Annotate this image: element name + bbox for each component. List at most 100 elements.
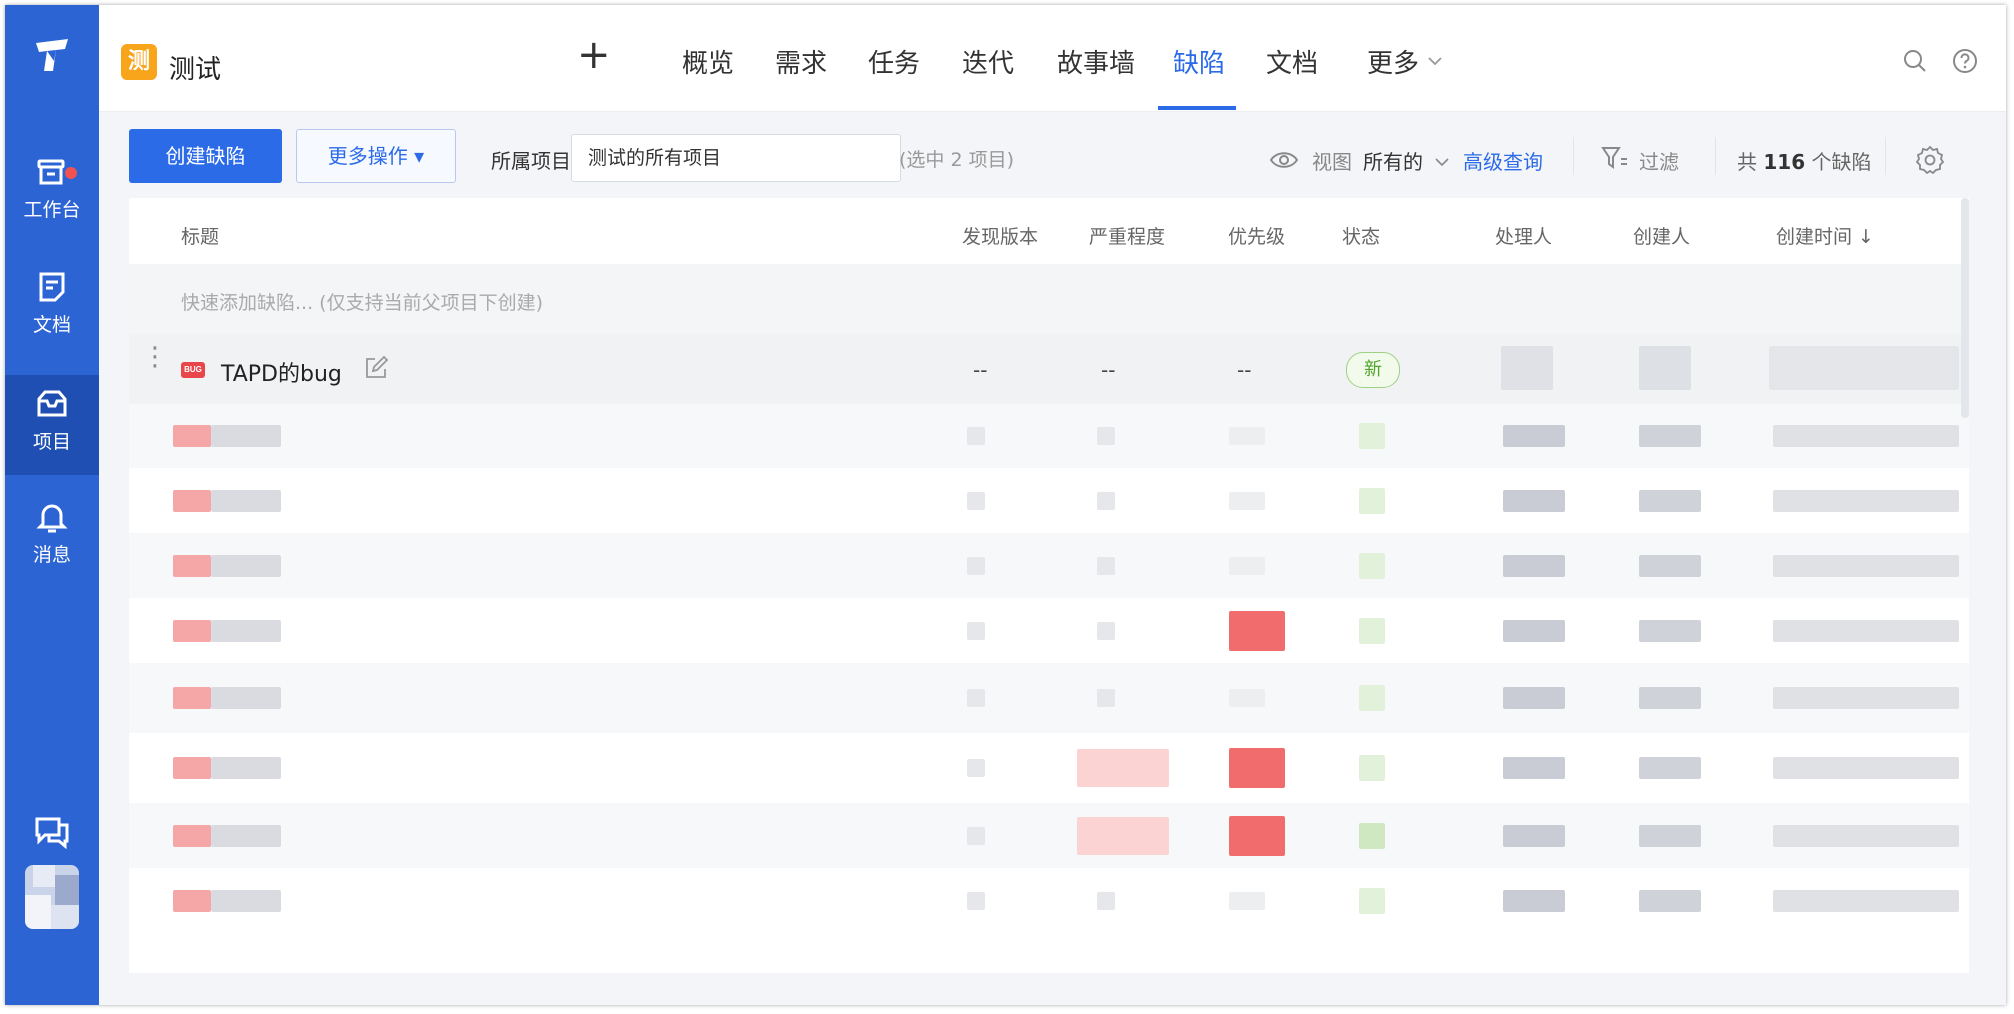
column-header-status[interactable]: 状态 <box>1342 222 1380 249</box>
table-row[interactable]: ⋮ BUG TAPD的bug -- -- -- 新 <box>129 334 1969 404</box>
tab-more[interactable]: 更多 <box>1367 43 1419 80</box>
quick-add-input[interactable]: 快速添加缺陷... (仅支持当前父项目下创建) <box>181 288 543 315</box>
total-number: 116 <box>1763 150 1806 174</box>
redacted-cell <box>1097 427 1115 445</box>
document-icon <box>39 272 65 302</box>
redacted-cell <box>1503 555 1565 577</box>
redacted-cell <box>1097 689 1115 707</box>
filter-label[interactable]: 过滤 <box>1639 146 1679 175</box>
redacted-cell <box>1639 555 1701 577</box>
tab-iterations[interactable]: 迭代 <box>962 43 1014 80</box>
sidebar-item-docs[interactable]: 文档 <box>5 270 99 370</box>
tapd-logo-icon[interactable] <box>32 35 72 75</box>
redacted-cell <box>1639 620 1701 642</box>
sidebar-item-label: 消息 <box>32 544 71 566</box>
active-tab-indicator <box>1158 106 1236 110</box>
chevron-down-icon[interactable] <box>1435 156 1449 168</box>
filter-icon[interactable] <box>1601 145 1629 173</box>
redacted-cell <box>211 687 281 709</box>
tab-requirements[interactable]: 需求 <box>775 43 827 80</box>
redacted-cell <box>1359 488 1385 514</box>
column-header-severity[interactable]: 严重程度 <box>1089 222 1165 249</box>
creator-value <box>1639 346 1691 390</box>
table-row[interactable] <box>129 598 1969 663</box>
total-suffix: 个缺陷 <box>1811 150 1872 174</box>
redacted-cell <box>211 825 281 847</box>
column-header-assignee[interactable]: 处理人 <box>1495 222 1552 249</box>
redacted-cell <box>967 689 985 707</box>
chevron-down-icon[interactable] <box>1427 53 1443 69</box>
tab-defects[interactable]: 缺陷 <box>1173 43 1225 80</box>
redacted-cell <box>1229 611 1285 651</box>
redacted-cell <box>1229 557 1265 575</box>
project-badge[interactable]: 测 <box>121 44 157 80</box>
redacted-cell <box>967 827 985 845</box>
tab-docs[interactable]: 文档 <box>1266 43 1318 80</box>
priority[interactable]: -- <box>1237 358 1251 382</box>
redacted-cell <box>967 427 985 445</box>
sidebar-item-label: 文档 <box>32 314 71 336</box>
redacted-cell <box>173 425 211 447</box>
status-badge[interactable]: 新 <box>1346 352 1400 388</box>
search-icon[interactable] <box>1901 47 1929 75</box>
redacted-cell <box>967 892 985 910</box>
add-icon[interactable]: + <box>577 35 611 75</box>
table-row[interactable] <box>129 468 1969 533</box>
redacted-cell <box>1773 490 1959 512</box>
table-row[interactable] <box>129 733 1969 803</box>
project-select[interactable]: 测试的所有项目 <box>571 134 901 182</box>
total-count: 共 116 个缺陷 <box>1737 146 1871 175</box>
table-row[interactable] <box>129 868 1969 933</box>
bell-icon <box>36 504 68 533</box>
tab-story-wall[interactable]: 故事墙 <box>1057 43 1135 80</box>
assignee-value <box>1501 346 1553 390</box>
sidebar-item-workbench[interactable]: 工作台 <box>5 155 99 255</box>
help-icon[interactable] <box>1951 47 1979 75</box>
edit-icon[interactable] <box>363 355 389 381</box>
more-actions-button[interactable]: 更多操作 ▾ <box>296 129 456 183</box>
redacted-cell <box>1503 425 1565 447</box>
bug-type-icon: BUG <box>181 362 205 378</box>
advanced-query-link[interactable]: 高级查询 <box>1463 146 1543 175</box>
table-row[interactable] <box>129 663 1969 733</box>
selected-info: (选中 2 项目) <box>899 149 1014 171</box>
sidebar-item-messages[interactable]: 消息 <box>5 500 99 600</box>
scrollbar[interactable] <box>1961 198 1969 418</box>
defect-table: 标题 发现版本 严重程度 优先级 状态 处理人 创建人 创建时间 ↓ 快速添加缺… <box>129 198 1969 973</box>
project-name[interactable]: 测试 <box>169 49 221 86</box>
severity[interactable]: -- <box>1101 358 1115 382</box>
redacted-cell <box>967 759 985 777</box>
redacted-cell <box>1097 492 1115 510</box>
redacted-cell <box>1077 817 1169 855</box>
settings-gear-icon[interactable] <box>1915 145 1945 175</box>
table-row[interactable] <box>129 533 1969 598</box>
drag-handle-icon[interactable]: ⋮ <box>142 344 168 370</box>
tab-overview[interactable]: 概览 <box>682 43 734 80</box>
tab-tasks[interactable]: 任务 <box>868 43 920 80</box>
column-header-priority[interactable]: 优先级 <box>1228 222 1285 249</box>
redacted-cell <box>1229 892 1265 910</box>
column-header-creator[interactable]: 创建人 <box>1633 222 1690 249</box>
quick-add-row[interactable]: 快速添加缺陷... (仅支持当前父项目下创建) <box>129 264 1969 334</box>
redacted-cell <box>211 555 281 577</box>
redacted-cell <box>1503 490 1565 512</box>
redacted-cell <box>1229 427 1265 445</box>
divider <box>1715 137 1716 175</box>
defect-title[interactable]: TAPD的bug <box>221 356 342 388</box>
avatar[interactable] <box>25 865 79 929</box>
column-header-version[interactable]: 发现版本 <box>962 222 1038 249</box>
redacted-cell <box>211 890 281 912</box>
table-row[interactable] <box>129 404 1969 468</box>
column-header-title[interactable]: 标题 <box>181 222 219 249</box>
redacted-cell <box>1503 890 1565 912</box>
sidebar-item-project[interactable]: 项目 <box>5 375 99 475</box>
eye-icon[interactable] <box>1269 149 1299 171</box>
redacted-cell <box>1773 687 1959 709</box>
view-select[interactable]: 所有的 <box>1363 146 1423 175</box>
table-row[interactable] <box>129 803 1969 868</box>
redacted-cell <box>1097 557 1115 575</box>
redacted-cell <box>1639 687 1701 709</box>
create-defect-button[interactable]: 创建缺陷 <box>129 129 282 183</box>
column-header-created-time[interactable]: 创建时间 ↓ <box>1776 222 1874 249</box>
sidebar-chat[interactable] <box>5 815 99 865</box>
